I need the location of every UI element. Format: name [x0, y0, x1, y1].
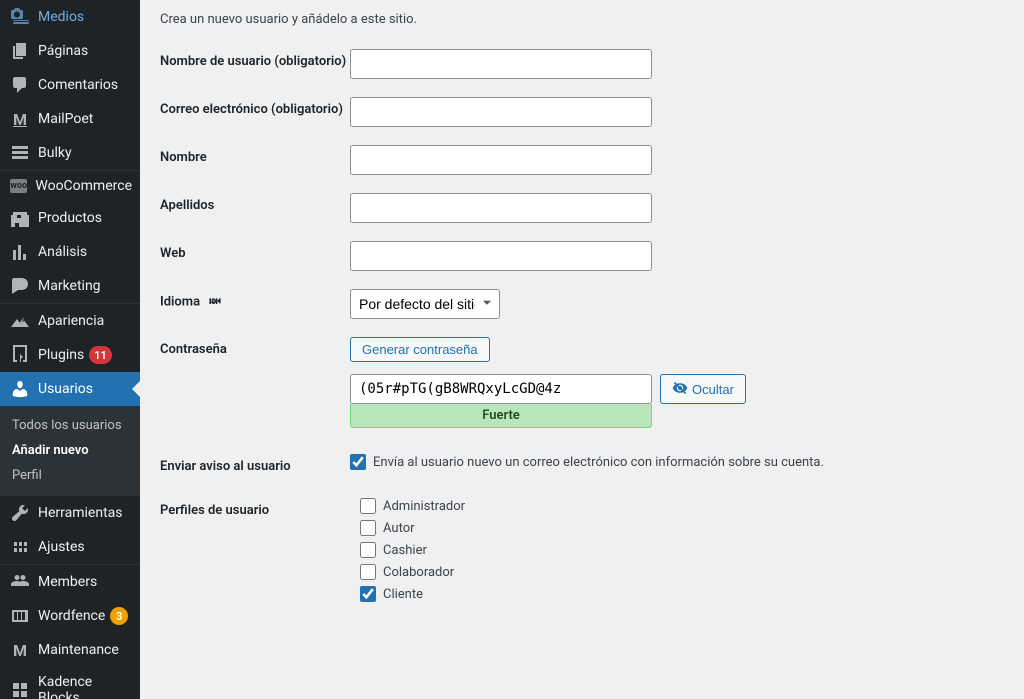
role-label: Administrador [383, 499, 465, 514]
role-label: Colaborador [383, 565, 454, 580]
sidebar-submenu-usuarios: Todos los usuarios Añadir nuevo Perfil [0, 406, 140, 496]
email-input[interactable] [350, 97, 652, 127]
label-email: Correo electrónico (obligatorio) [160, 97, 350, 127]
page-icon [10, 41, 30, 61]
plugins-badge: 11 [89, 346, 112, 364]
plugin-icon [10, 345, 30, 365]
sidebar-item-label: MailPoet [38, 111, 93, 127]
appearance-icon [10, 311, 30, 331]
sidebar-item-label: Plugins [38, 347, 84, 363]
members-icon [10, 572, 30, 592]
sidebar-item-label: Usuarios [38, 381, 93, 397]
notify-text: Envía al usuario nuevo un correo electró… [373, 455, 824, 470]
tools-icon [10, 503, 30, 523]
sidebar-item-bulky[interactable]: Bulky [0, 136, 140, 170]
label-language: Idioma [160, 289, 350, 319]
sidebar-item-maintenance[interactable]: M Maintenance [0, 633, 140, 667]
generate-password-button[interactable]: Generar contraseña [350, 337, 490, 362]
sidebar-item-label: Ajustes [38, 539, 85, 555]
password-input[interactable] [350, 374, 652, 404]
sidebar-item-paginas[interactable]: Páginas [0, 34, 140, 68]
marketing-icon [10, 276, 30, 296]
bulky-icon [10, 143, 30, 163]
sidebar-item-label: WooCommerce [35, 178, 132, 194]
role-colaborador-checkbox[interactable] [360, 564, 376, 580]
settings-icon [10, 537, 30, 557]
kadence-icon [10, 680, 30, 699]
product-icon [10, 208, 30, 228]
sidebar-item-mailpoet[interactable]: M MailPoet [0, 102, 140, 136]
sidebar-item-label: Páginas [38, 43, 88, 59]
password-strength: Fuerte [350, 404, 652, 428]
main-content: Crea un nuevo usuario y añádelo a este s… [140, 0, 1024, 699]
sidebar-item-label: Kadence Blocks [38, 674, 132, 699]
comment-icon [10, 75, 30, 95]
sidebar-item-comentarios[interactable]: Comentarios [0, 68, 140, 102]
sidebar-item-medios[interactable]: Medios [0, 0, 140, 34]
label-firstname: Nombre [160, 145, 350, 175]
users-icon [10, 379, 30, 399]
sidebar-item-label: Medios [38, 9, 84, 25]
sidebar-item-label: Members [38, 574, 97, 590]
mailpoet-icon: M [10, 109, 30, 129]
submenu-anadir-nuevo[interactable]: Añadir nuevo [0, 438, 140, 463]
role-administrador-checkbox[interactable] [360, 498, 376, 514]
sidebar-item-label: Herramientas [38, 505, 123, 521]
hide-password-button[interactable]: Ocultar [660, 374, 746, 404]
sidebar-item-label: Productos [38, 210, 102, 226]
sidebar-item-plugins[interactable]: Plugins 11 [0, 338, 140, 372]
role-cashier-checkbox[interactable] [360, 542, 376, 558]
wordfence-icon [10, 606, 30, 626]
website-input[interactable] [350, 241, 652, 271]
maintenance-icon: M [10, 640, 30, 660]
media-icon [10, 7, 30, 27]
role-cliente-checkbox[interactable] [360, 586, 376, 602]
eye-slash-icon [672, 380, 688, 399]
label-website: Web [160, 241, 350, 271]
woo-icon: woo [10, 179, 27, 193]
sidebar-item-herramientas[interactable]: Herramientas [0, 496, 140, 530]
sidebar-item-ajustes[interactable]: Ajustes [0, 530, 140, 564]
label-roles: Perfiles de usuario [160, 498, 350, 608]
sidebar-item-label: Comentarios [38, 77, 118, 93]
wordfence-badge: 3 [110, 607, 128, 625]
sidebar-item-label: Maintenance [38, 642, 119, 658]
page-intro: Crea un nuevo usuario y añádelo a este s… [160, 12, 1004, 27]
submenu-perfil[interactable]: Perfil [0, 463, 140, 488]
sidebar-item-marketing[interactable]: Marketing [0, 269, 140, 303]
firstname-input[interactable] [350, 145, 652, 175]
sidebar-item-apariencia[interactable]: Apariencia [0, 304, 140, 338]
sidebar-item-usuarios[interactable]: Usuarios [0, 372, 140, 406]
translate-icon [205, 294, 225, 310]
username-input[interactable] [350, 49, 652, 79]
label-lastname: Apellidos [160, 193, 350, 223]
stats-icon [10, 242, 30, 262]
role-autor-checkbox[interactable] [360, 520, 376, 536]
language-select[interactable]: Por defecto del sitio [350, 289, 500, 319]
label-username: Nombre de usuario (obligatorio) [160, 49, 350, 79]
role-label: Cliente [383, 587, 423, 602]
label-password: Contraseña [160, 337, 350, 428]
sidebar-item-label: Análisis [38, 244, 87, 260]
sidebar-item-analisis[interactable]: Análisis [0, 235, 140, 269]
label-notify: Enviar aviso al usuario [160, 454, 350, 476]
sidebar-item-members[interactable]: Members [0, 565, 140, 599]
sidebar-item-wordfence[interactable]: Wordfence 3 [0, 599, 140, 633]
admin-sidebar: Medios Páginas Comentarios M MailPoet Bul… [0, 0, 140, 699]
sidebar-item-label: Bulky [38, 145, 72, 161]
sidebar-item-kadence[interactable]: Kadence Blocks [0, 667, 140, 699]
sidebar-item-label: Wordfence [38, 608, 105, 624]
sidebar-item-label: Marketing [38, 278, 101, 294]
sidebar-item-productos[interactable]: Productos [0, 201, 140, 235]
submenu-todos-usuarios[interactable]: Todos los usuarios [0, 413, 140, 438]
lastname-input[interactable] [350, 193, 652, 223]
sidebar-item-woocommerce[interactable]: woo WooCommerce [0, 171, 140, 201]
role-label: Autor [383, 521, 415, 536]
role-label: Cashier [383, 543, 427, 558]
sidebar-item-label: Apariencia [38, 313, 104, 329]
notify-checkbox[interactable] [350, 454, 366, 470]
